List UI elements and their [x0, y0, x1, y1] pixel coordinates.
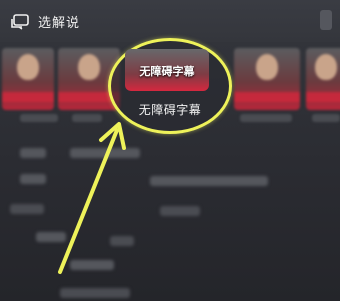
list-item-blurred: [60, 288, 130, 298]
page-title: 选解说: [38, 16, 81, 31]
screen: 选解说 无障碍字幕 无障碍字幕: [0, 0, 340, 301]
thumbnail-face: [78, 54, 100, 80]
thumbnail-label-blurred: [240, 114, 292, 122]
top-bar: 选解说: [0, 0, 340, 42]
partial-edge-icon: [320, 10, 332, 30]
list-item-blurred: [70, 260, 114, 270]
thumbnail-face: [17, 54, 39, 80]
list-item-blurred: [36, 232, 66, 242]
list-item-blurred: [160, 206, 200, 216]
list-item-blurred: [110, 236, 134, 246]
thumbnail-face: [256, 54, 278, 80]
blurred-list: [0, 140, 340, 301]
list-item-blurred: [10, 204, 44, 214]
list-item-blurred: [150, 176, 268, 186]
accessible-subtitles-thumbnail-text: 无障碍字幕: [139, 65, 195, 78]
thumbnail-option[interactable]: [2, 48, 54, 110]
list-item-blurred: [20, 148, 46, 158]
list-item-blurred: [70, 148, 140, 158]
thumbnail-label-blurred: [20, 114, 58, 122]
thumbnail-band: [234, 92, 300, 102]
accessible-subtitles-option-label[interactable]: 无障碍字幕: [111, 101, 229, 118]
thumbnail-band: [2, 92, 54, 102]
thumbnail-face: [315, 54, 337, 80]
highlight-circle: 无障碍字幕 无障碍字幕: [108, 38, 232, 134]
accessible-subtitles-thumbnail[interactable]: 无障碍字幕: [125, 49, 209, 91]
thumbnail-label-blurred: [312, 114, 340, 122]
thumbnail-option[interactable]: [306, 48, 340, 110]
thumbnail-label-blurred: [72, 114, 102, 122]
cast-screen-icon[interactable]: [10, 13, 30, 31]
thumbnail-band: [306, 92, 340, 102]
thumbnail-option[interactable]: [234, 48, 300, 110]
list-item-blurred: [20, 174, 46, 184]
